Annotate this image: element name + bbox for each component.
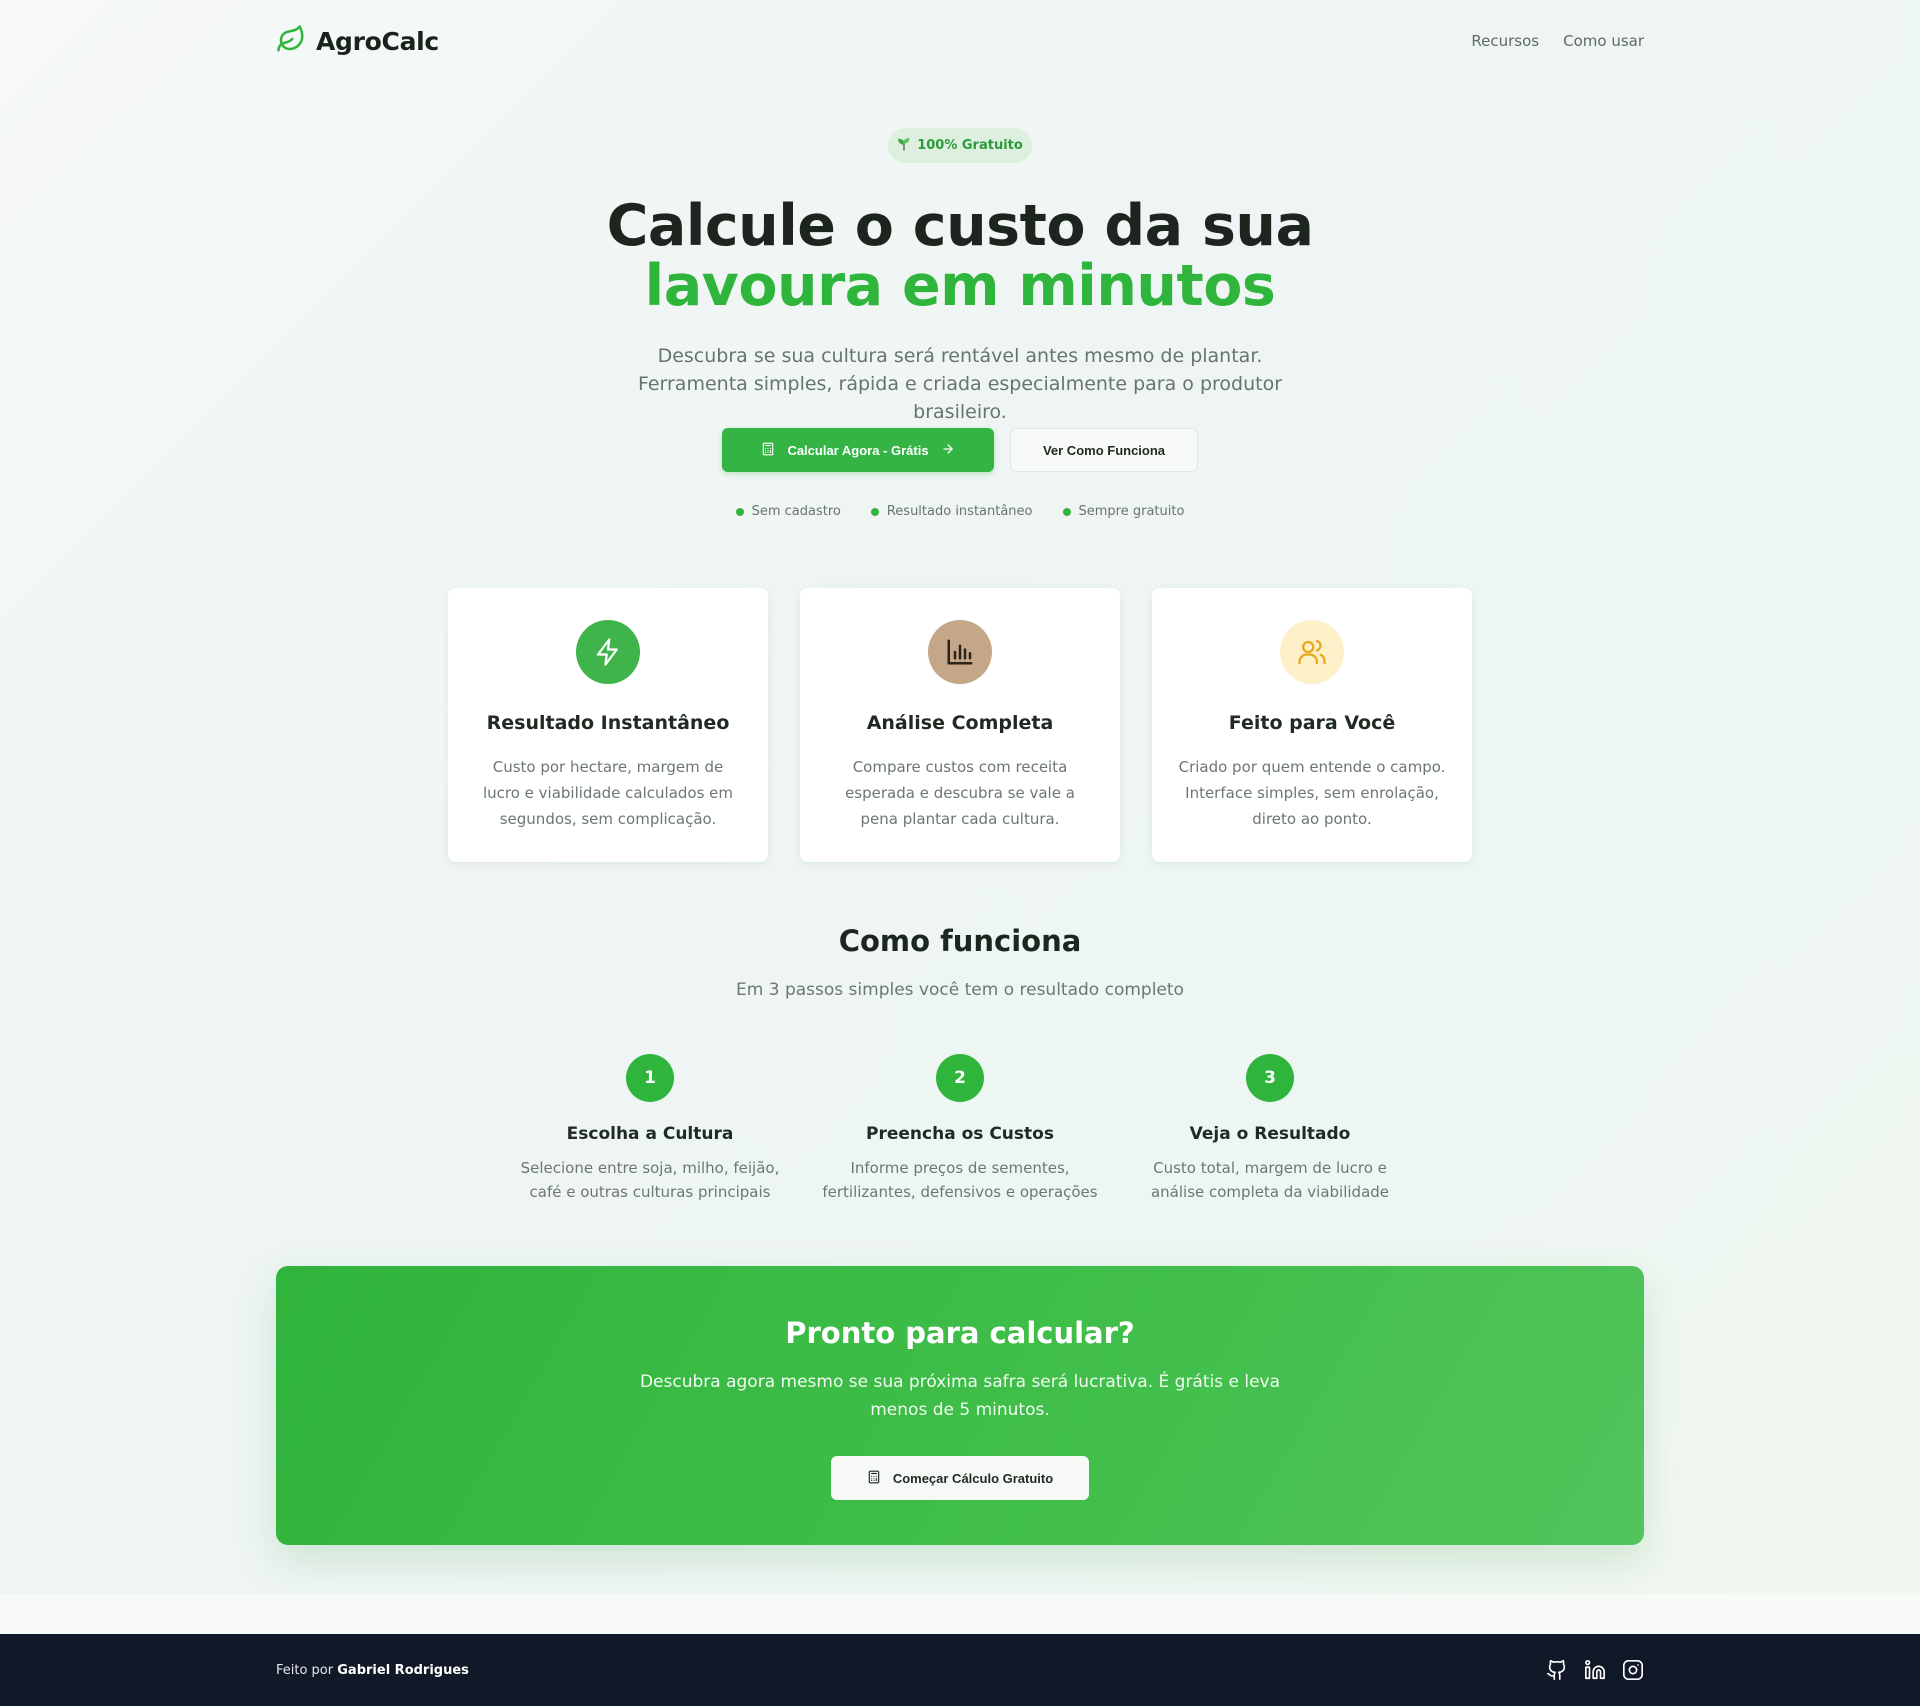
free-badge: 100% Gratuito xyxy=(888,128,1032,163)
feature-desc: Custo por hectare, margem de lucro e via… xyxy=(482,758,734,828)
bar-chart-icon xyxy=(928,620,992,684)
step-desc: Custo total, margem de lucro e análise c… xyxy=(1150,1159,1390,1201)
check-label: Sempre gratuito xyxy=(1078,504,1185,519)
footer-inner: Feito por Gabriel Rodrigues xyxy=(276,1634,1644,1706)
dot-icon xyxy=(735,507,744,516)
feature-desc: Compare custos com receita esperada e de… xyxy=(845,758,1075,828)
calculate-now-button[interactable]: Calcular Agora - Grátis xyxy=(722,428,994,472)
step-title: Escolha a Cultura xyxy=(566,1124,734,1144)
site-footer: Feito por Gabriel Rodrigues xyxy=(0,1634,1920,1706)
features-section: Resultado Instantâneo Custo por hectare,… xyxy=(448,588,1472,862)
hero-title-line2: lavoura em minutos xyxy=(644,253,1276,319)
check-item: Sem cadastro xyxy=(735,504,841,519)
hero-checks: Sem cadastro Resultado instantâneo Sempr… xyxy=(0,504,1920,519)
step-desc: Selecione entre soja, milho, feijão, caf… xyxy=(520,1159,780,1201)
step-title: Preencha os Custos xyxy=(866,1124,1054,1144)
hero-subtitle: Descubra se sua cultura será rentável an… xyxy=(637,345,1283,423)
check-label: Resultado instantâneo xyxy=(886,504,1033,519)
how-it-works-subtitle: Em 3 passos simples você tem o resultado… xyxy=(736,980,1184,1000)
feature-card: Análise Completa Compare custos com rece… xyxy=(800,588,1120,862)
feature-card: Resultado Instantâneo Custo por hectare,… xyxy=(448,588,768,862)
lightning-icon xyxy=(576,620,640,684)
feature-title: Feito para Você xyxy=(1228,712,1396,734)
credit-prefix: Feito por xyxy=(276,1662,334,1678)
feature-card: Feito para Você Criado por quem entende … xyxy=(1152,588,1472,862)
how-it-works-button[interactable]: Ver Como Funciona xyxy=(1010,428,1198,472)
linkedin-icon[interactable] xyxy=(1584,1659,1606,1681)
step-number: 2 xyxy=(936,1054,984,1102)
start-calculation-label: Começar Cálculo Gratuito xyxy=(892,1470,1054,1486)
instagram-icon[interactable] xyxy=(1622,1659,1644,1681)
hero-title: Calcule o custo da sua lavoura em minuto… xyxy=(460,196,1460,316)
page: AgroCalc Recursos Como usar 100% Gratuit… xyxy=(0,0,1920,1706)
nav-link-como-usar[interactable]: Como usar xyxy=(1563,32,1644,50)
check-item: Sempre gratuito xyxy=(1062,504,1185,519)
brand-logo[interactable]: AgroCalc xyxy=(276,24,439,58)
seedling-icon xyxy=(897,137,911,155)
hero-actions: Calcular Agora - Grátis Ver Como Funcion… xyxy=(0,428,1920,472)
calculator-icon xyxy=(761,441,775,460)
step-item: 3 Veja o Resultado Custo total, margem d… xyxy=(1120,1054,1420,1204)
dot-icon xyxy=(870,507,879,516)
footer-spacer xyxy=(0,1594,1920,1634)
cta-desc: Descubra agora mesmo se sua próxima safr… xyxy=(639,1372,1281,1420)
how-it-works-title: Como funciona xyxy=(838,924,1082,958)
cta-title: Pronto para calcular? xyxy=(785,1316,1135,1350)
credit-author[interactable]: Gabriel Rodrigues xyxy=(337,1663,469,1678)
check-item: Resultado instantâneo xyxy=(870,504,1033,519)
badge-label: 100% Gratuito xyxy=(917,138,1023,153)
leaf-icon xyxy=(276,24,306,58)
step-number: 1 xyxy=(626,1054,674,1102)
social-links xyxy=(1546,1659,1644,1681)
check-label: Sem cadastro xyxy=(751,504,841,519)
nav-link-recursos[interactable]: Recursos xyxy=(1471,32,1539,50)
hero-title-line1: Calcule o custo da sua xyxy=(606,193,1314,259)
step-item: 1 Escolha a Cultura Selecione entre soja… xyxy=(500,1054,800,1204)
steps-section: 1 Escolha a Cultura Selecione entre soja… xyxy=(500,1054,1420,1204)
step-title: Veja o Resultado xyxy=(1189,1124,1351,1144)
feature-title: Resultado Instantâneo xyxy=(486,712,730,734)
step-item: 2 Preencha os Custos Informe preços de s… xyxy=(810,1054,1110,1204)
step-desc: Informe preços de sementes, fertilizante… xyxy=(822,1159,1098,1201)
footer-credit: Feito por Gabriel Rodrigues xyxy=(276,1663,469,1678)
start-calculation-button[interactable]: Começar Cálculo Gratuito xyxy=(831,1456,1089,1500)
feature-title: Análise Completa xyxy=(866,712,1054,734)
cta-banner: Pronto para calcular? Descubra agora mes… xyxy=(276,1266,1644,1545)
users-icon xyxy=(1280,620,1344,684)
arrow-right-icon xyxy=(941,442,955,459)
github-icon[interactable] xyxy=(1546,1659,1568,1681)
site-header: AgroCalc Recursos Como usar xyxy=(276,24,1644,58)
calculator-icon xyxy=(867,1469,881,1488)
step-number: 3 xyxy=(1246,1054,1294,1102)
main-nav: Recursos Como usar xyxy=(1471,32,1644,50)
brand-name: AgroCalc xyxy=(316,26,439,56)
feature-desc: Criado por quem entende o campo. Interfa… xyxy=(1178,758,1446,828)
dot-icon xyxy=(1062,507,1071,516)
calculate-now-label: Calcular Agora - Grátis xyxy=(787,442,929,458)
